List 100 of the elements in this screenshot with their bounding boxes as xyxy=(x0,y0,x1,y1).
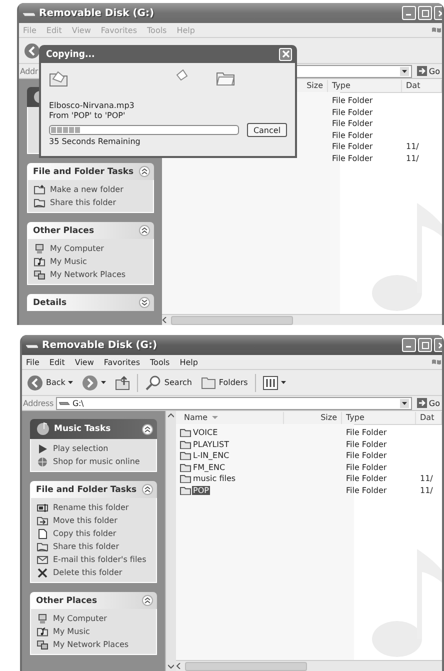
date-cell-text: 11/ xyxy=(419,486,434,495)
folder-icon xyxy=(180,474,191,484)
collapse-button[interactable] xyxy=(142,484,153,495)
maximize-button[interactable] xyxy=(418,6,432,20)
drive-icon xyxy=(59,400,70,406)
minimize-button[interactable] xyxy=(402,338,416,352)
new-folder-icon xyxy=(34,184,45,194)
panel-title: File and Folder Tasks xyxy=(33,166,134,176)
task-link[interactable]: Move this folder xyxy=(53,516,118,525)
globe-icon xyxy=(37,456,48,466)
panel-header[interactable]: File and Folder Tasks xyxy=(27,163,154,180)
panel-header[interactable]: Details xyxy=(27,294,154,311)
music-folder-icon xyxy=(37,626,48,636)
panel-title: Music Tasks xyxy=(54,424,112,434)
collapse-button[interactable] xyxy=(139,166,150,177)
type-cell-text: File Folder xyxy=(331,154,374,163)
go-button[interactable]: Go xyxy=(414,65,442,77)
folder-icon xyxy=(180,440,191,449)
file-name[interactable]: music files xyxy=(192,474,237,484)
column-header[interactable]: Dat xyxy=(416,412,442,424)
menu-item[interactable]: Edit xyxy=(49,358,65,366)
rename-icon xyxy=(37,502,48,512)
task-link[interactable]: Copy this folder xyxy=(53,529,116,538)
type-cell-text: File Folder xyxy=(331,142,374,152)
folders-button[interactable]: Folders xyxy=(198,372,250,392)
task-link[interactable]: Share this folder xyxy=(50,198,116,207)
network-icon xyxy=(34,270,45,280)
scrollbar[interactable] xyxy=(162,314,442,325)
collapse-button[interactable] xyxy=(142,595,153,606)
panel-header[interactable]: Other Places xyxy=(30,592,157,609)
panel-title: Other Places xyxy=(33,226,94,236)
file-name[interactable]: PLAYLIST xyxy=(192,440,230,449)
task-link[interactable]: My Computer xyxy=(50,244,104,253)
collapse-button[interactable] xyxy=(139,225,150,236)
computer-icon xyxy=(34,244,45,254)
forward-button[interactable] xyxy=(80,372,108,392)
folder-icon xyxy=(180,462,191,472)
task-link[interactable]: My Network Places xyxy=(53,640,129,649)
file-name[interactable]: VOICE xyxy=(192,428,219,438)
maximize-button[interactable] xyxy=(418,338,432,352)
close-button[interactable] xyxy=(279,48,292,60)
task-link[interactable]: Make a new folder xyxy=(50,185,124,194)
arrow-icon xyxy=(416,66,427,76)
panel-header[interactable]: File and Folder Tasks xyxy=(30,481,157,498)
task-link[interactable]: Delete this folder xyxy=(53,568,122,577)
menu-item[interactable]: Help xyxy=(180,358,198,366)
go-button[interactable]: Go xyxy=(414,397,442,409)
back-button[interactable]: Back xyxy=(25,372,76,392)
task-link[interactable]: Rename this folder xyxy=(53,503,129,512)
shared-folder-icon xyxy=(37,542,48,552)
search-icon xyxy=(145,374,162,390)
menu-item[interactable]: View xyxy=(74,358,94,366)
scrollbar[interactable] xyxy=(176,660,442,671)
address-field[interactable]: G:\ xyxy=(56,396,412,410)
type-cell-text: File Folder xyxy=(331,119,374,128)
file-name[interactable]: L-IN_ENC xyxy=(192,451,230,460)
column-header[interactable]: Type xyxy=(342,412,416,424)
chevron-icon xyxy=(139,225,150,236)
scrollbar[interactable] xyxy=(165,411,176,671)
minimize-button[interactable] xyxy=(402,6,416,20)
task-link[interactable]: My Computer xyxy=(53,614,107,623)
panel-header[interactable]: Other Places xyxy=(27,222,154,239)
type-cell-text: File Folder xyxy=(345,474,388,484)
file-name[interactable]: FM_ENC xyxy=(192,462,226,472)
menu-item[interactable]: File xyxy=(26,358,40,366)
task-link[interactable]: My Network Places xyxy=(50,270,126,279)
task-link[interactable]: Shop for music online xyxy=(53,457,140,466)
folders-icon xyxy=(200,375,216,390)
back-icon xyxy=(27,374,43,390)
cancel-button[interactable]: Cancel xyxy=(247,123,287,137)
menu-item[interactable]: Tools xyxy=(150,358,170,366)
arrow-icon xyxy=(416,398,427,408)
type-cell-text: File Folder xyxy=(345,440,388,449)
dropdown-button[interactable] xyxy=(400,66,409,76)
type-cell-text: File Folder xyxy=(345,451,388,460)
back-icon xyxy=(24,42,40,58)
task-link[interactable]: My Music xyxy=(53,627,90,636)
task-link[interactable]: My Music xyxy=(50,257,87,266)
column-header[interactable]: Name xyxy=(180,412,284,424)
column-header[interactable]: Dat xyxy=(402,80,442,92)
column-header[interactable]: Size xyxy=(284,412,342,424)
music-folder-icon xyxy=(34,256,45,266)
sort-arrow-icon xyxy=(212,416,218,419)
shared-folder-icon xyxy=(34,198,45,208)
music-orb-icon xyxy=(36,422,50,436)
column-header[interactable]: Type xyxy=(328,80,402,92)
panel-header[interactable]: Music Tasks xyxy=(30,419,157,439)
search-button[interactable]: Search xyxy=(143,372,194,392)
task-link[interactable]: Share this folder xyxy=(53,542,119,551)
type-cell-text: File Folder xyxy=(345,462,388,472)
open-folder-icon xyxy=(49,69,68,87)
task-link[interactable]: E-mail this folder's files xyxy=(53,555,146,564)
task-link[interactable]: Play selection xyxy=(53,444,108,453)
collapse-button[interactable] xyxy=(142,424,153,434)
expand-button[interactable] xyxy=(139,297,150,308)
close-icon xyxy=(282,50,290,58)
folder-icon xyxy=(180,451,191,460)
menu-item[interactable]: Favorites xyxy=(104,358,140,366)
date-cell-text: 11/ xyxy=(419,474,434,484)
dropdown-button[interactable] xyxy=(400,398,409,408)
